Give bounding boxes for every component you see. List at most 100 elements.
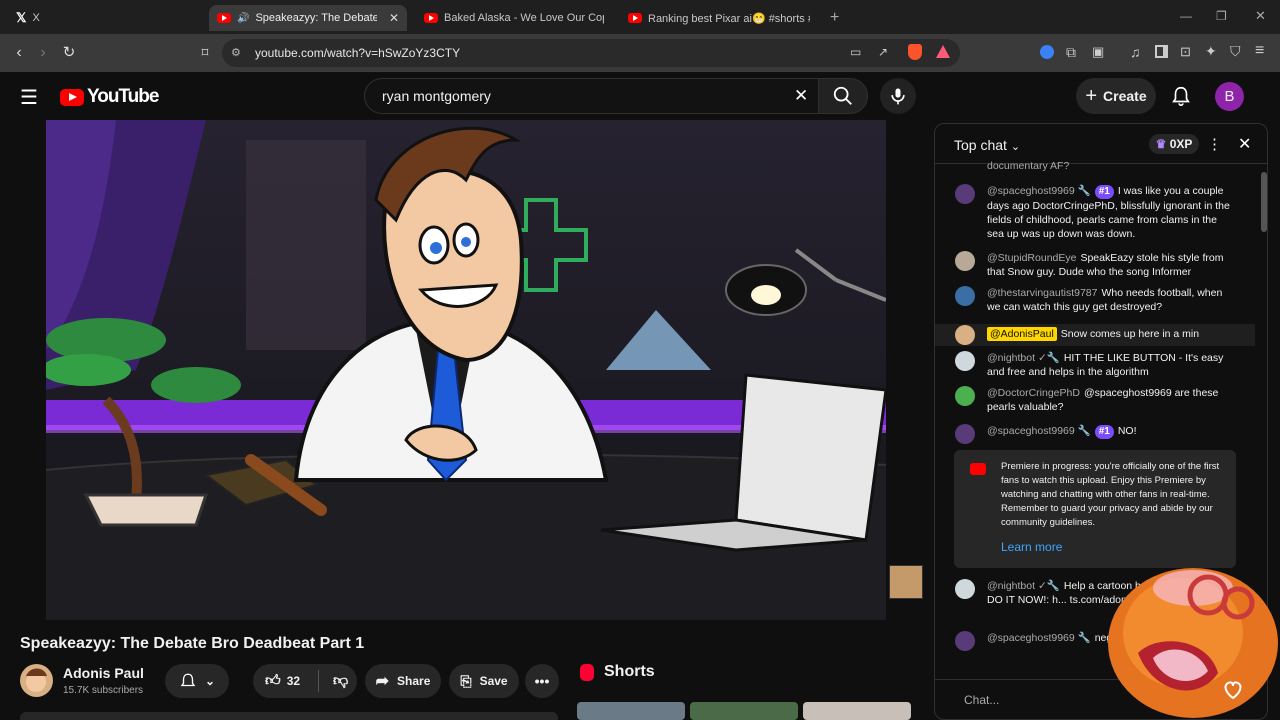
share-button[interactable]: ➦ Share	[365, 664, 441, 698]
chat-author[interactable]: @spaceghost9969 🔧	[987, 632, 1091, 644]
short-thumbnail[interactable]	[690, 702, 798, 720]
media-icon[interactable]: ♫	[1130, 44, 1141, 60]
search-input[interactable]: ryan montgomery	[382, 88, 491, 104]
close-chat-icon[interactable]: ✕	[1238, 134, 1251, 154]
minimize-icon[interactable]: —	[1180, 9, 1192, 23]
chat-author[interactable]: @nightbot ✓🔧	[987, 352, 1060, 364]
chat-avatar[interactable]	[955, 286, 975, 306]
chat-avatar[interactable]	[955, 631, 975, 651]
more-actions-button[interactable]: •••	[525, 664, 559, 698]
window-close-icon[interactable]: ✕	[1255, 8, 1266, 24]
chat-author[interactable]: @thestarvingautist9787	[987, 287, 1097, 299]
chat-avatar[interactable]	[955, 386, 975, 406]
chat-message-text: NO!	[1117, 425, 1137, 437]
short-thumbnail[interactable]	[577, 702, 685, 720]
premiere-text: Premiere in progress: you're officially …	[1001, 461, 1220, 528]
chat-author[interactable]: @nightbot ✓🔧	[987, 580, 1060, 592]
youtube-favicon-icon	[217, 13, 231, 23]
chat-avatar[interactable]	[955, 251, 975, 271]
chat-message: @DoctorCringePhD @spaceghost9969 are thes…	[955, 386, 1235, 414]
browser-tab-baked-alaska[interactable]: Baked Alaska - We Love Our Cops [L	[416, 5, 614, 31]
sidebar-toggle-icon[interactable]	[1155, 45, 1168, 58]
wallet-icon[interactable]: ▣	[1092, 44, 1104, 60]
chat-header: Top chat ⌄ ♛ 0XP ⋮ ✕	[935, 124, 1267, 164]
video-player[interactable]	[46, 120, 886, 620]
new-tab-icon[interactable]: +	[830, 9, 839, 27]
like-count: 32	[286, 674, 301, 688]
short-thumbnail[interactable]	[803, 702, 911, 720]
youtube-favicon-icon	[628, 13, 642, 23]
chat-author[interactable]: @DoctorCringePhD	[987, 387, 1080, 399]
tab-label: Baked Alaska - We Love Our Cops [L	[444, 12, 604, 24]
notifications-bell-icon[interactable]	[1170, 84, 1192, 113]
xp-value: 0XP	[1169, 137, 1193, 151]
browser-tab-pixar[interactable]: Ranking best Pixar ai😁 #shorts #p	[620, 5, 818, 31]
speaker-icon: 🔊	[237, 12, 250, 24]
vpn-icon[interactable]: ⊡	[1180, 44, 1191, 60]
dislike-button[interactable]: 👎︎	[333, 672, 348, 690]
x-logo-icon: 𝕏	[16, 10, 27, 25]
youtube-logo[interactable]: YouTube	[60, 86, 159, 108]
reload-icon[interactable]: ↻	[60, 44, 78, 62]
subscribed-bell-button[interactable]: ⌄	[165, 664, 229, 698]
share-page-icon[interactable]: ↗	[878, 45, 888, 59]
chat-scrollbar[interactable]	[1261, 172, 1267, 232]
channel-watermark-icon[interactable]	[889, 565, 923, 599]
hamburger-menu-icon[interactable]: ☰	[20, 85, 38, 110]
chat-author-owner[interactable]: @AdonisPaul	[987, 327, 1057, 341]
chat-message-text: Snow comes up here in a min	[1060, 328, 1200, 340]
like-divider	[318, 670, 320, 692]
chat-author[interactable]: @spaceghost9969 🔧	[987, 185, 1091, 197]
xp-badge[interactable]: ♛ 0XP	[1149, 134, 1199, 154]
account-avatar[interactable]: B	[1215, 82, 1244, 111]
shorts-heading: Shorts	[604, 663, 655, 680]
chat-author[interactable]: @spaceghost9969 🔧	[987, 425, 1091, 437]
youtube-icon	[970, 463, 986, 475]
like-button[interactable]: 👍︎ 32	[265, 672, 300, 690]
learn-more-link[interactable]: Learn more	[1001, 540, 1062, 554]
channel-avatar[interactable]	[20, 664, 53, 697]
chat-avatar[interactable]	[955, 424, 975, 444]
channel-name[interactable]: Adonis Paul	[63, 665, 144, 681]
chat-avatar[interactable]	[955, 351, 975, 371]
chat-avatar[interactable]	[955, 184, 975, 204]
voice-search-button[interactable]	[880, 78, 916, 114]
bookmark-icon[interactable]: ⌑	[196, 44, 214, 62]
chat-avatar[interactable]	[955, 325, 975, 345]
description-box[interactable]	[20, 712, 558, 720]
search-button[interactable]	[818, 78, 868, 114]
chat-message-partial: documentary AF?	[955, 159, 1235, 173]
extension-icon[interactable]	[1040, 45, 1054, 59]
menu-icon[interactable]: ≡	[1255, 42, 1264, 60]
extensions-puzzle-icon[interactable]: ⧉	[1066, 44, 1076, 61]
save-button[interactable]: ⎘ Save	[449, 664, 519, 698]
create-button[interactable]: + Create	[1076, 78, 1156, 114]
back-icon[interactable]: ‹	[10, 44, 28, 62]
forward-icon[interactable]: ›	[34, 44, 52, 62]
rank-badge: #1	[1094, 425, 1114, 439]
clear-search-icon[interactable]: ✕	[794, 86, 808, 106]
brave-shield-icon[interactable]	[908, 44, 922, 60]
emoji-overlay-image	[1108, 568, 1278, 718]
save-playlist-icon: ⎘	[460, 672, 472, 689]
chevron-down-icon: ⌄	[204, 674, 216, 688]
video-frame-image	[46, 120, 886, 620]
restore-icon[interactable]: ❐	[1216, 9, 1227, 23]
like-dislike-group: 👍︎ 32 👎︎	[253, 664, 357, 698]
browser-tab-x[interactable]: 𝕏 X	[8, 5, 208, 31]
tab-close-icon[interactable]: ✕	[389, 11, 399, 25]
chat-input[interactable]: Chat...	[964, 693, 999, 707]
browser-tab-active[interactable]: 🔊 Speakeazyy: The Debate Bro D ✕	[209, 5, 407, 31]
leo-ai-icon[interactable]: ✦	[1205, 43, 1217, 60]
chat-avatar[interactable]	[955, 579, 975, 599]
cast-icon[interactable]: ▭	[850, 45, 861, 59]
site-settings-icon[interactable]: ⚙	[231, 46, 241, 59]
chat-more-icon[interactable]: ⋮	[1207, 135, 1222, 153]
url-text[interactable]: youtube.com/watch?v=hSwZoYz3CTY	[255, 46, 460, 60]
chat-author[interactable]: @StupidRoundEye	[987, 252, 1076, 264]
brave-rewards-icon[interactable]	[936, 45, 950, 58]
chat-mode-dropdown[interactable]: Top chat ⌄	[954, 137, 1020, 153]
shield-icon[interactable]: ⛉	[1230, 43, 1241, 60]
shorts-icon	[580, 664, 594, 681]
chat-message-text: documentary AF?	[987, 160, 1070, 172]
